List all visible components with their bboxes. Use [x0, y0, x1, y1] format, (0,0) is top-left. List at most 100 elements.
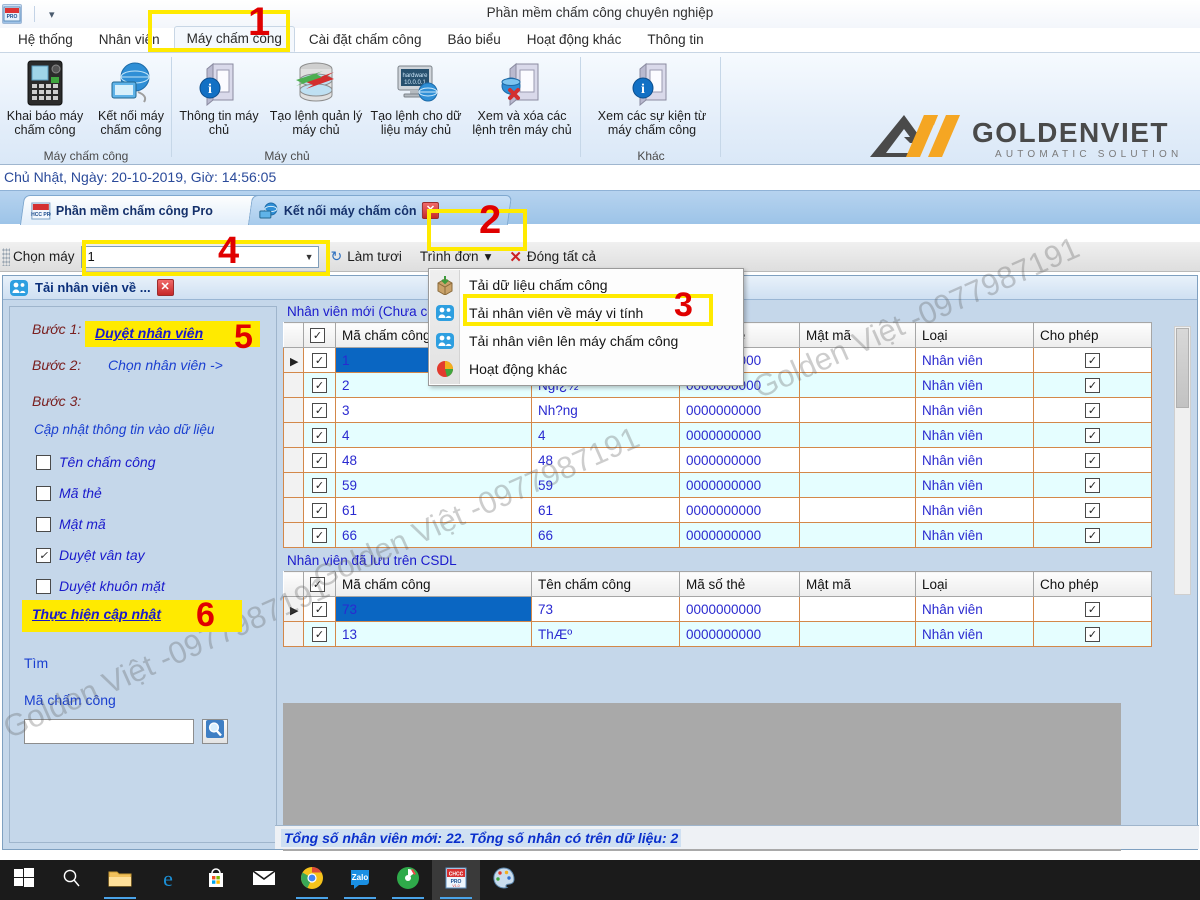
chrome-browser[interactable] [288, 860, 336, 900]
cell-ten-cham-cong[interactable]: ThÆº [532, 622, 680, 647]
checkbox-box[interactable]: ✓ [312, 428, 327, 443]
ribbon-button-thong-tin-may-chu[interactable]: i Thông tin máy chủ [176, 59, 262, 137]
checkbox-duyet-khuon-mat[interactable]: Duyệt khuôn mặt [36, 578, 165, 594]
cell-mat-ma[interactable] [800, 523, 916, 548]
cell-ma-so-the[interactable]: 0000000000 [680, 448, 800, 473]
cell-loai[interactable]: Nhân viên [916, 348, 1034, 373]
close-all-button[interactable]: ✕ Đóng tất cả [509, 248, 596, 266]
table-row[interactable]: ✓ 4 4 0000000000 Nhân viên ✓ [284, 423, 1152, 448]
table-row[interactable]: ✓ 61 61 0000000000 Nhân viên ✓ [284, 498, 1152, 523]
table-row[interactable]: ▶ ✓ 73 73 0000000000 Nhân viên ✓ [284, 597, 1152, 622]
ribbon-tab-may-cham-cong[interactable]: Máy chấm công [174, 26, 295, 52]
row-checkbox[interactable]: ✓ [304, 498, 336, 523]
cell-cho-phep[interactable]: ✓ [1034, 448, 1152, 473]
timekeeping-app[interactable]: CHCCPROV1.0 [432, 860, 480, 900]
mdi-tab-phan-mem-cham-cong-pro[interactable]: CHCC PRO Phần mềm chấm công Pro [20, 195, 274, 225]
cell-cho-phep[interactable]: ✓ [1034, 622, 1152, 647]
checkbox-ten-cham-cong[interactable]: Tên chấm công [36, 454, 156, 470]
cell-mat-ma[interactable] [800, 423, 916, 448]
cell-cho-phep[interactable]: ✓ [1034, 348, 1152, 373]
chevron-down-icon[interactable]: ▾ [485, 249, 492, 265]
cell-loai[interactable]: Nhân viên [916, 373, 1034, 398]
table-row[interactable]: ✓ 48 48 0000000000 Nhân viên ✓ [284, 448, 1152, 473]
cell-ten-cham-cong[interactable]: 4 [532, 423, 680, 448]
cell-mat-ma[interactable] [800, 597, 916, 622]
cell-ten-cham-cong[interactable]: Nh?ng [532, 398, 680, 423]
menu-item-tai-du-lieu-cham-cong[interactable]: Tải dữ liệu chấm công [429, 271, 743, 299]
table-row[interactable]: ✓ 13 ThÆº 0000000000 Nhân viên ✓ [284, 622, 1152, 647]
cell-mat-ma[interactable] [800, 473, 916, 498]
zalo-app[interactable]: Zalo [336, 860, 384, 900]
row-checkbox[interactable]: ✓ [304, 473, 336, 498]
ribbon-button-xem-va-xoa-cac-lenh-tren-may-chu[interactable]: Xem và xóa các lệnh trên máy chủ [468, 59, 576, 137]
checkbox-box[interactable]: ✓ [1085, 602, 1100, 617]
checkbox-box[interactable]: ✓ [312, 353, 327, 368]
cell-ten-cham-cong[interactable]: 48 [532, 448, 680, 473]
col-loai[interactable]: Loại [916, 572, 1034, 597]
cell-ma-cham-cong[interactable]: 66 [336, 523, 532, 548]
cell-cho-phep[interactable]: ✓ [1034, 398, 1152, 423]
checkbox-box[interactable]: ✓ [1085, 627, 1100, 642]
col-ma-cham-cong[interactable]: Mã chấm công [336, 572, 532, 597]
file-explorer[interactable] [96, 860, 144, 900]
cell-loai[interactable]: Nhân viên [916, 448, 1034, 473]
col-loai[interactable]: Loại [916, 323, 1034, 348]
cell-ma-cham-cong[interactable]: 73 [336, 597, 532, 622]
search-button[interactable] [48, 860, 96, 900]
close-icon[interactable]: ✕ [157, 279, 174, 296]
menu-dropdown-button[interactable]: Trình đơn ▾ [414, 247, 497, 267]
cell-loai[interactable]: Nhân viên [916, 498, 1034, 523]
cell-mat-ma[interactable] [800, 448, 916, 473]
cell-mat-ma[interactable] [800, 622, 916, 647]
cell-ma-cham-cong[interactable]: 13 [336, 622, 532, 647]
ribbon-button-khai-bao-may-cham-cong[interactable]: Khai báo máy chấm công [2, 59, 88, 137]
cell-loai[interactable]: Nhân viên [916, 597, 1034, 622]
checkbox-box[interactable]: ✓ [1085, 478, 1100, 493]
cell-ma-so-the[interactable]: 0000000000 [680, 622, 800, 647]
checkbox-box[interactable] [36, 455, 51, 470]
duyet-nhan-vien-link-overlay[interactable]: Duyệt nhân viên [95, 325, 203, 341]
row-checkbox[interactable]: ✓ [304, 448, 336, 473]
scrollbar-thumb[interactable] [1176, 328, 1189, 408]
checkbox-box[interactable]: ✓ [312, 378, 327, 393]
cell-mat-ma[interactable] [800, 398, 916, 423]
edge-browser[interactable]: e [144, 860, 192, 900]
select-all-header[interactable]: ✓ [304, 323, 336, 348]
col-ma-so-the[interactable]: Mã số thẻ [680, 572, 800, 597]
checkbox-box[interactable]: ✓ [312, 503, 327, 518]
cell-cho-phep[interactable]: ✓ [1034, 373, 1152, 398]
ribbon-button-tao-lenh-cho-du-lieu-may-chu[interactable]: hardware 10.0.0.1 Tạo lệnh cho dữ liệu m… [368, 59, 464, 137]
checkbox-box[interactable]: ✓ [312, 403, 327, 418]
checkbox-box[interactable]: ✓ [1085, 353, 1100, 368]
cell-ma-so-the[interactable]: 0000000000 [680, 398, 800, 423]
checkbox-box[interactable]: ✓ [1085, 528, 1100, 543]
cell-ma-cham-cong[interactable]: 4 [336, 423, 532, 448]
duyet-nhan-vien-label[interactable]: Duyệt nhân viên [95, 325, 203, 341]
cell-mat-ma[interactable] [800, 498, 916, 523]
checkbox-box[interactable]: ✓ [1085, 453, 1100, 468]
cell-ma-so-the[interactable]: 0000000000 [680, 498, 800, 523]
table-row[interactable]: ✓ 66 66 0000000000 Nhân viên ✓ [284, 523, 1152, 548]
cell-loai[interactable]: Nhân viên [916, 523, 1034, 548]
start-button[interactable] [0, 860, 48, 900]
ribbon-tab-hoat-dong-khac[interactable]: Hoạt động khác [515, 28, 634, 52]
search-button[interactable] [202, 719, 228, 744]
ribbon-button-xem-cac-su-kien-tu-may-cham-cong[interactable]: i Xem các sự kiện từ máy chấm công [597, 59, 707, 137]
row-checkbox[interactable]: ✓ [304, 373, 336, 398]
ribbon-tab-he-thong[interactable]: Hệ thống [6, 28, 85, 52]
grid-new-scrollbar[interactable] [1174, 326, 1191, 595]
checkbox-box[interactable]: ✓ [312, 478, 327, 493]
cell-mat-ma[interactable] [800, 373, 916, 398]
row-checkbox[interactable]: ✓ [304, 622, 336, 647]
cell-ma-cham-cong[interactable]: 48 [336, 448, 532, 473]
checkbox-box[interactable]: ✓ [310, 577, 325, 592]
table-row[interactable]: ✓ 3 Nh?ng 0000000000 Nhân viên ✓ [284, 398, 1152, 423]
trinh-don-dropdown-menu[interactable]: Tải dữ liệu chấm công Tải nhân viên về m… [428, 268, 744, 386]
cell-ten-cham-cong[interactable]: 61 [532, 498, 680, 523]
toolbar-grip[interactable] [2, 248, 10, 266]
mail-app[interactable] [240, 860, 288, 900]
col-mat-ma[interactable]: Mật mã [800, 572, 916, 597]
grid-saved-employees[interactable]: ✓ Mã chấm công Tên chấm công Mã số thẻ M… [283, 571, 1152, 647]
ribbon-button-ket-noi-may-cham-cong[interactable]: Kết nối máy chấm công [88, 59, 174, 137]
cell-cho-phep[interactable]: ✓ [1034, 473, 1152, 498]
